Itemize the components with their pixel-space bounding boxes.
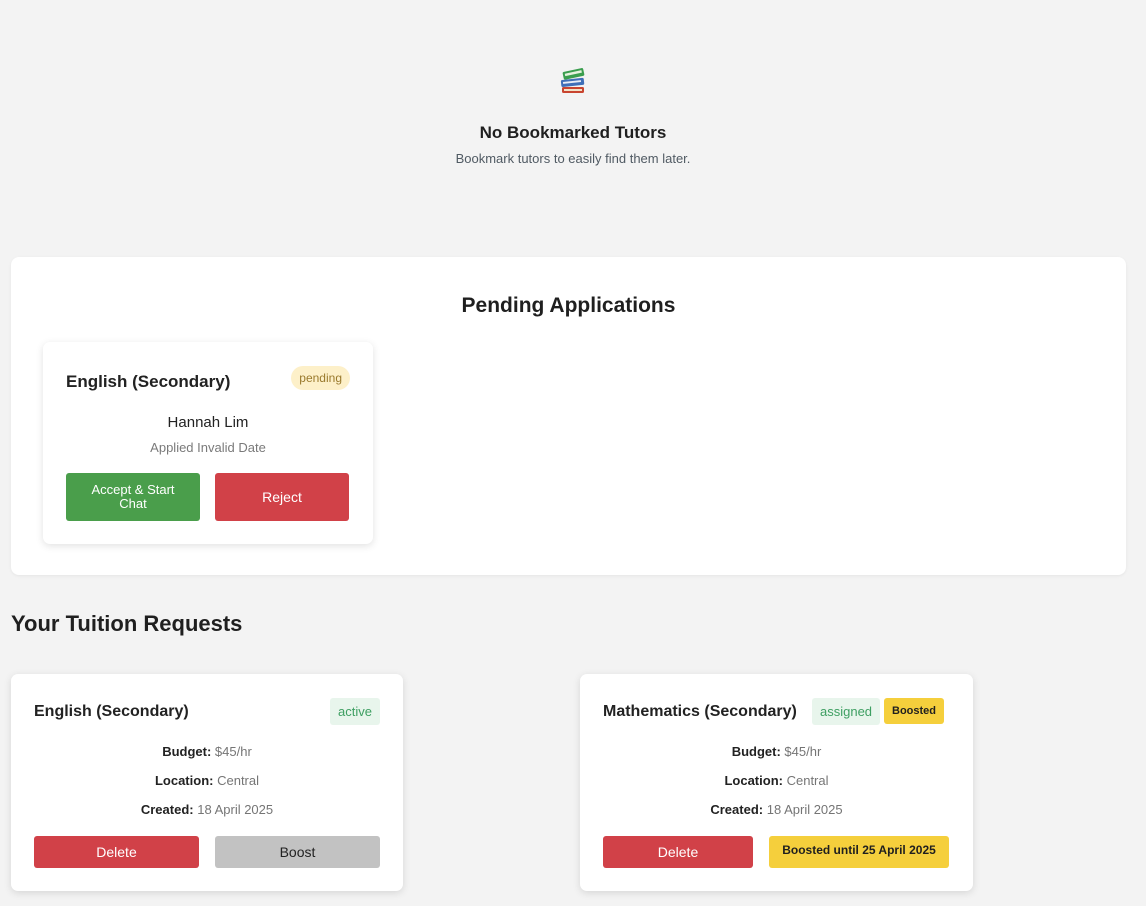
location-value: Central [217,773,260,788]
tutor-name: Hannah Lim [167,414,249,431]
accept-start-chat-button[interactable]: Accept & Start Chat [66,473,200,521]
budget-line: Budget: $45/hr [580,744,973,759]
pending-applications-panel: Pending Applications English (Secondary)… [11,257,1126,575]
location-label: Location: [154,773,214,788]
budget-label: Budget: [731,744,781,759]
tuition-requests-title: Your Tuition Requests [11,611,243,636]
status-badge-pending: pending [291,366,350,390]
created-label: Created: [140,802,194,817]
created-line: Created: 18 April 2025 [11,802,403,817]
boost-button[interactable]: Boost [215,836,380,868]
request-subject: English (Secondary) [34,703,189,720]
location-value: Central [786,773,829,788]
created-line: Created: 18 April 2025 [580,802,973,817]
applied-date: Applied Invalid Date [150,440,266,455]
delete-button[interactable]: Delete [34,836,199,868]
delete-button[interactable]: Delete [603,836,753,868]
created-value: 18 April 2025 [766,802,843,817]
boosted-badge: Boosted [884,698,944,724]
budget-label: Budget: [162,744,212,759]
budget-line: Budget: $45/hr [11,744,403,759]
location-line: Location: Central [580,773,973,788]
reject-button[interactable]: Reject [215,473,349,521]
budget-value: $45/hr [784,744,822,759]
empty-state-title: No Bookmarked Tutors [479,123,667,142]
status-badge-assigned: assigned [812,698,881,725]
application-card: English (Secondary) pending Hannah Lim A… [43,342,373,544]
created-label: Created: [710,802,764,817]
page: No Bookmarked Tutors Bookmark tutors to … [0,0,1146,906]
created-value: 18 April 2025 [197,802,274,817]
budget-value: $45/hr [214,744,252,759]
location-line: Location: Central [11,773,403,788]
books-icon [558,62,588,96]
boosted-until-badge: Boosted until 25 April 2025 [769,836,949,868]
status-badge-active: active [330,698,380,725]
request-subject: Mathematics (Secondary) [603,703,797,720]
application-subject: English (Secondary) [66,372,231,391]
bookmarks-empty-state: No Bookmarked Tutors Bookmark tutors to … [0,62,1146,166]
empty-state-subtitle: Bookmark tutors to easily find them late… [455,151,691,166]
tuition-request-card: English (Secondary) active Budget: $45/h… [11,674,403,891]
tuition-request-card: Mathematics (Secondary) assigned Boosted… [580,674,973,891]
pending-applications-title: Pending Applications [461,294,676,317]
location-label: Location: [724,773,783,788]
